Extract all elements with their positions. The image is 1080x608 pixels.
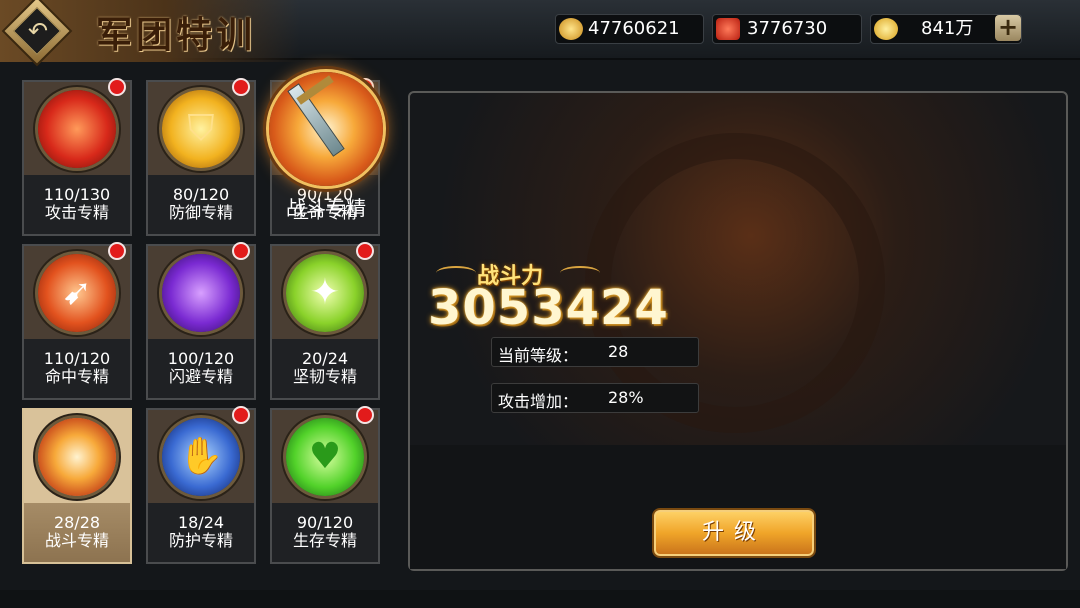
attack-drum-icon bbox=[38, 90, 116, 168]
skill-name: 战斗专精 bbox=[44, 531, 109, 550]
skill-tile-attack[interactable]: 110/130 攻击专精 bbox=[22, 78, 132, 236]
medal-resource: 3776730 bbox=[712, 14, 862, 44]
notification-dot bbox=[108, 78, 126, 96]
gold-amount: 47760621 bbox=[588, 18, 680, 39]
stat-label: 当前等级： bbox=[498, 346, 579, 365]
skill-progress: 80/120 bbox=[172, 185, 230, 204]
upgrade-button[interactable]: 升级 bbox=[652, 508, 816, 558]
skill-name: 命中专精 bbox=[44, 367, 109, 386]
skill-tile-combat[interactable]: 28/28 战斗专精 bbox=[22, 408, 132, 564]
ornament-right bbox=[560, 266, 600, 280]
skill-name: 闪避专精 bbox=[168, 367, 233, 386]
skill-progress: 110/120 bbox=[43, 349, 111, 368]
skill-name: 生存专精 bbox=[292, 531, 357, 550]
skill-name: 防御专精 bbox=[168, 203, 233, 222]
skill-progress: 100/120 bbox=[167, 349, 235, 368]
skill-name: 防护专精 bbox=[168, 531, 233, 550]
back-arrow-icon: ↶ bbox=[27, 17, 49, 45]
bottom-strip bbox=[0, 590, 1080, 608]
skill-tile-accuracy[interactable]: ➹ 110/120 命中专精 bbox=[22, 242, 132, 400]
skill-tile-defense[interactable]: ⛉ 80/120 防御专精 bbox=[146, 78, 256, 236]
stat-value: 28 bbox=[608, 342, 629, 361]
stat-attack-bonus: 攻击增加： 28% bbox=[491, 383, 699, 413]
coin-amount: 841万 bbox=[921, 18, 974, 39]
medal-amount: 3776730 bbox=[747, 18, 828, 39]
stat-value: 28% bbox=[608, 388, 644, 407]
stat-label: 攻击增加： bbox=[498, 392, 579, 411]
notification-dot bbox=[356, 406, 374, 424]
selected-skill-icon bbox=[269, 72, 383, 186]
skill-progress: 28/28 bbox=[53, 513, 101, 532]
stat-level: 当前等级： 28 bbox=[491, 337, 699, 367]
coin-icon bbox=[874, 18, 898, 40]
skill-tile-dodge[interactable]: 100/120 闪避专精 bbox=[146, 242, 256, 400]
silhouette-dodge-icon bbox=[162, 254, 240, 332]
combat-power-value: 3053424 bbox=[428, 280, 669, 336]
sword-vortex-icon bbox=[38, 418, 116, 496]
skill-name: 坚韧专精 bbox=[292, 367, 357, 386]
notification-dot bbox=[232, 406, 250, 424]
skill-tile-protection[interactable]: ✋ 18/24 防护专精 bbox=[146, 406, 256, 564]
notification-dot bbox=[232, 78, 250, 96]
skill-name: 攻击专精 bbox=[44, 203, 109, 222]
star-medal-icon bbox=[716, 18, 740, 40]
ornament-left bbox=[436, 266, 476, 280]
skill-progress: 18/24 bbox=[177, 513, 225, 532]
skill-progress: 90/120 bbox=[296, 513, 354, 532]
skill-progress: 20/24 bbox=[301, 349, 349, 368]
skill-progress: 110/130 bbox=[43, 185, 111, 204]
skill-tile-tenacity[interactable]: ✦ 20/24 坚韧专精 bbox=[270, 242, 380, 400]
notification-dot bbox=[108, 242, 126, 260]
notification-dot bbox=[232, 242, 250, 260]
skill-tile-survival[interactable]: ♥ 90/120 生存专精 bbox=[270, 406, 380, 564]
sword-icon bbox=[287, 83, 345, 157]
page-title: 军团特训 bbox=[96, 14, 257, 56]
add-coin-button[interactable]: + bbox=[995, 15, 1021, 41]
gold-resource: 47760621 bbox=[555, 14, 704, 44]
notification-dot bbox=[356, 242, 374, 260]
gold-ingot-icon bbox=[559, 18, 583, 40]
selected-skill-name: 战斗专精 bbox=[286, 196, 366, 220]
